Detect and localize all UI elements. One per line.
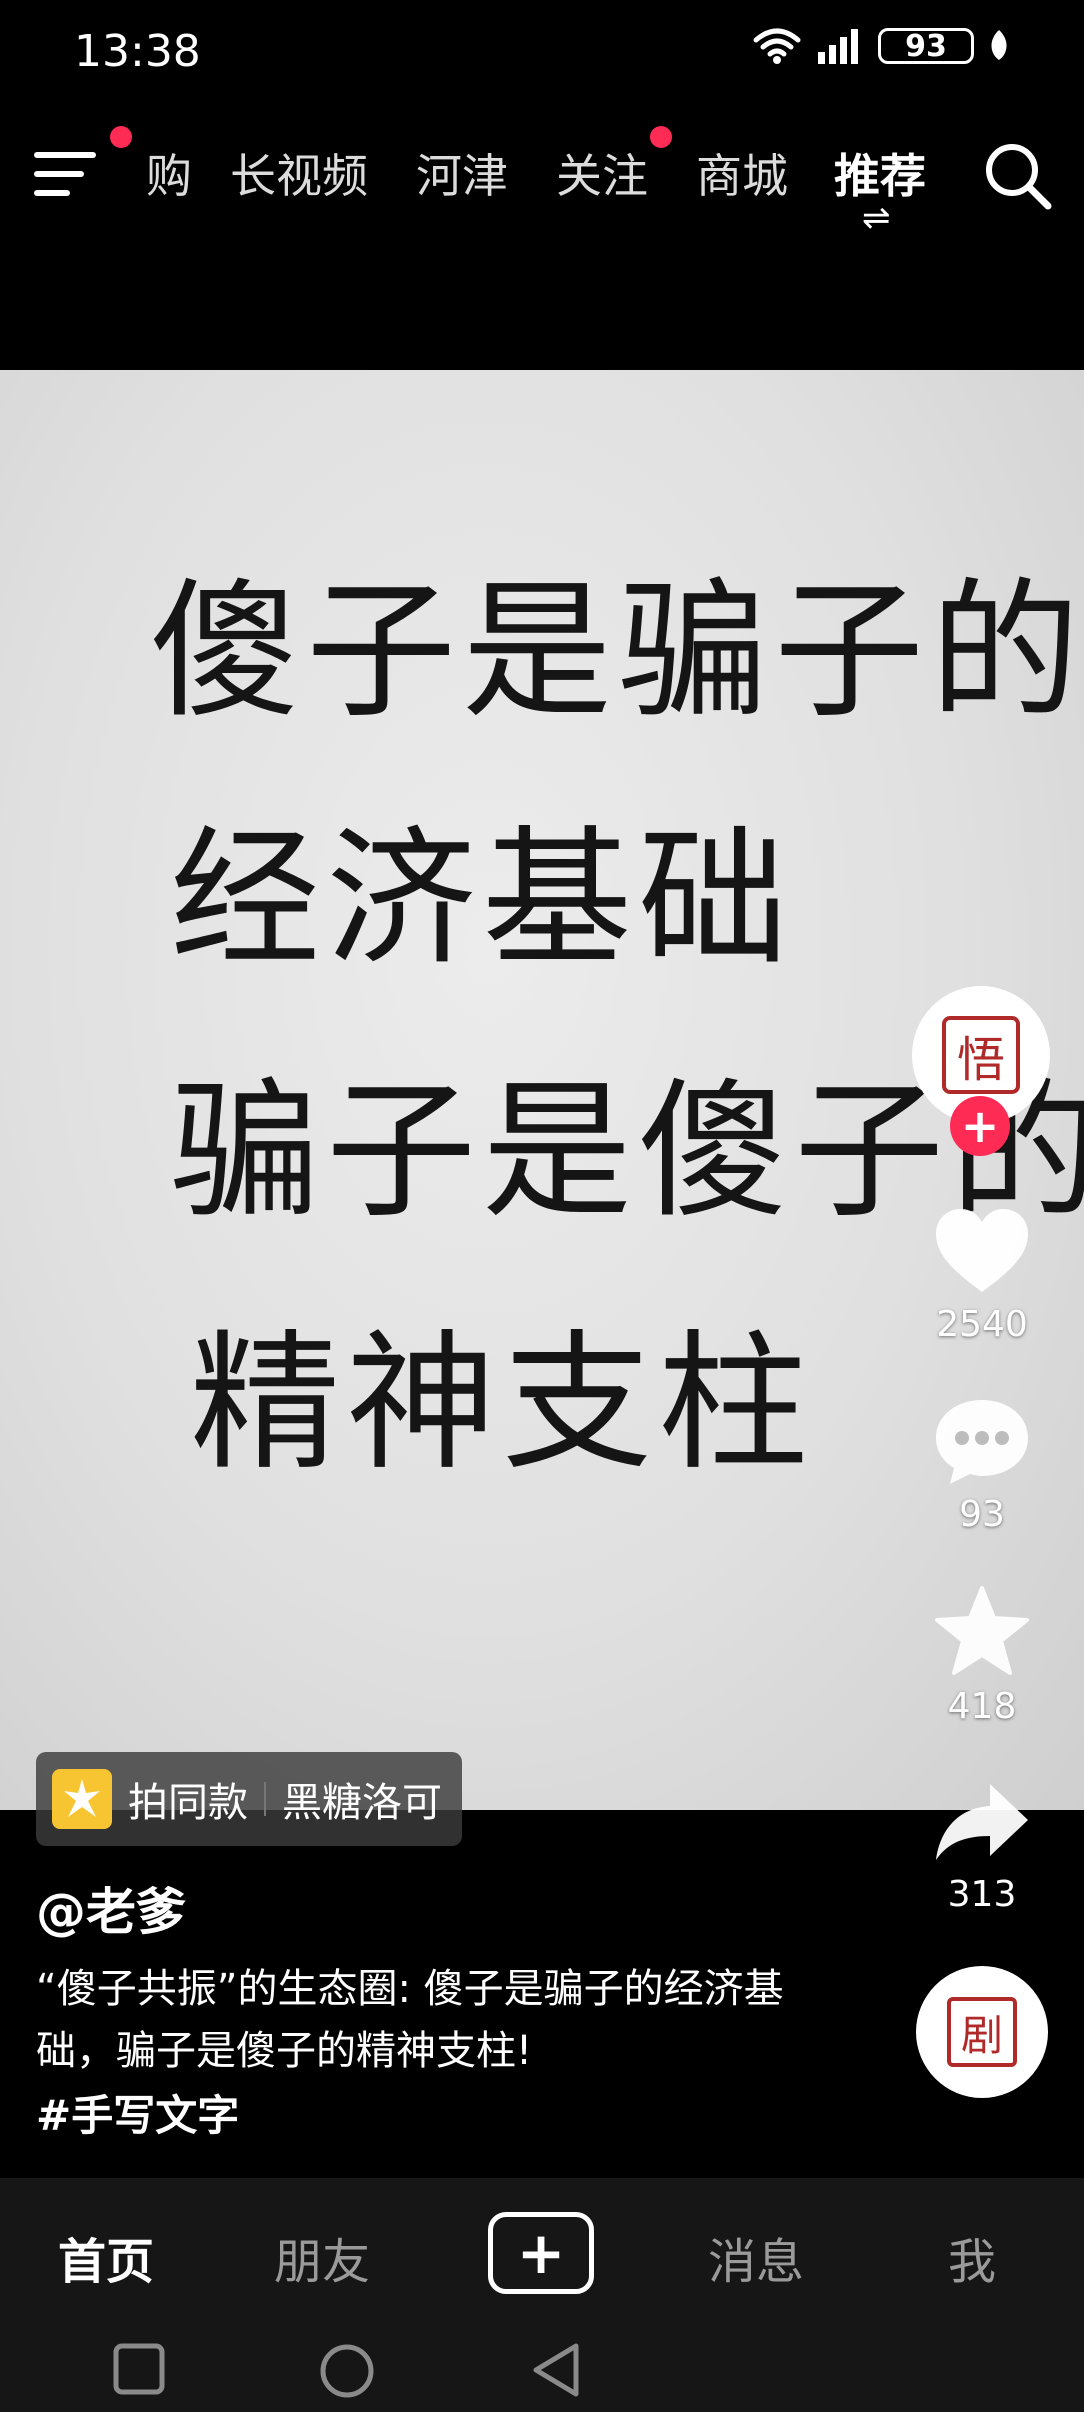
- sparkle-icon: [52, 1769, 112, 1829]
- comment-icon: [936, 1400, 1028, 1484]
- tab-friends[interactable]: 朋友: [274, 2222, 370, 2292]
- status-time: 13:38: [74, 26, 201, 77]
- favorite-button[interactable]: 418: [920, 1584, 1044, 1727]
- video-caption: “傻子共振”的生态圈: 傻子是骗子的经济基础，骗子是傻子的精神支柱!: [36, 1966, 784, 2074]
- tab-shopping[interactable]: 购: [146, 140, 192, 206]
- favorite-count: 418: [947, 1686, 1017, 1727]
- switch-icon[interactable]: ⇌: [862, 198, 891, 238]
- tab-hejin[interactable]: 河津: [416, 140, 508, 206]
- follow-button[interactable]: +: [950, 1096, 1010, 1156]
- back-icon[interactable]: [528, 2340, 584, 2400]
- music-disc[interactable]: 剧: [916, 1966, 1048, 2098]
- tab-mall[interactable]: 商城: [696, 140, 788, 206]
- tab-messages[interactable]: 消息: [708, 2222, 804, 2292]
- chip-divider: [264, 1782, 266, 1816]
- home-icon[interactable]: [318, 2342, 376, 2400]
- share-count: 313: [947, 1874, 1017, 1915]
- music-seal-char: 剧: [960, 2010, 1003, 2060]
- comment-count: 93: [959, 1494, 1005, 1535]
- signal-icon: [818, 29, 858, 64]
- share-button[interactable]: 313: [920, 1780, 1044, 1915]
- heart-icon: [936, 1209, 1028, 1292]
- calligraphy-line-1: 傻子是骗子的: [150, 565, 1084, 739]
- wifi-icon: [753, 28, 801, 64]
- like-count: 2540: [936, 1304, 1028, 1345]
- battery-level: 93: [905, 28, 947, 64]
- author-name[interactable]: @老爹: [36, 1872, 186, 1944]
- system-nav-bar: [0, 2328, 1084, 2412]
- menu-badge: [110, 126, 132, 148]
- like-button[interactable]: 2540: [920, 1206, 1044, 1345]
- recent-apps-icon[interactable]: [112, 2342, 166, 2396]
- tab-recommend[interactable]: 推荐: [834, 140, 926, 206]
- seal-char: 悟: [956, 1032, 1005, 1088]
- calligraphy-line-2: 经济基础: [170, 813, 795, 987]
- tab-long-video[interactable]: 长视频: [230, 140, 368, 206]
- star-icon: [935, 1586, 1029, 1675]
- following-badge: [650, 126, 672, 148]
- tab-home[interactable]: 首页: [58, 2222, 154, 2292]
- template-name: 黑糖洛可: [282, 1780, 442, 1826]
- template-chip[interactable]: 拍同款 黑糖洛可: [36, 1752, 462, 1846]
- music-seal-logo: 剧: [947, 1997, 1017, 2067]
- search-icon[interactable]: [982, 140, 1052, 210]
- tab-me[interactable]: 我: [948, 2222, 996, 2292]
- status-icons: 93: [752, 28, 1010, 64]
- battery-icon: 93: [878, 28, 974, 64]
- create-button[interactable]: +: [488, 2212, 594, 2294]
- seal-logo: 悟: [942, 1016, 1020, 1094]
- template-action-label: 拍同款: [128, 1780, 248, 1826]
- share-icon: [936, 1784, 1028, 1860]
- comment-button[interactable]: 93: [920, 1396, 1044, 1535]
- tab-following[interactable]: 关注: [556, 140, 648, 206]
- menu-button[interactable]: [34, 126, 132, 200]
- leaf-icon: [991, 30, 1007, 60]
- calligraphy-line-4: 精神支柱: [190, 1317, 815, 1491]
- hashtag-link[interactable]: #手写文字: [36, 2082, 239, 2143]
